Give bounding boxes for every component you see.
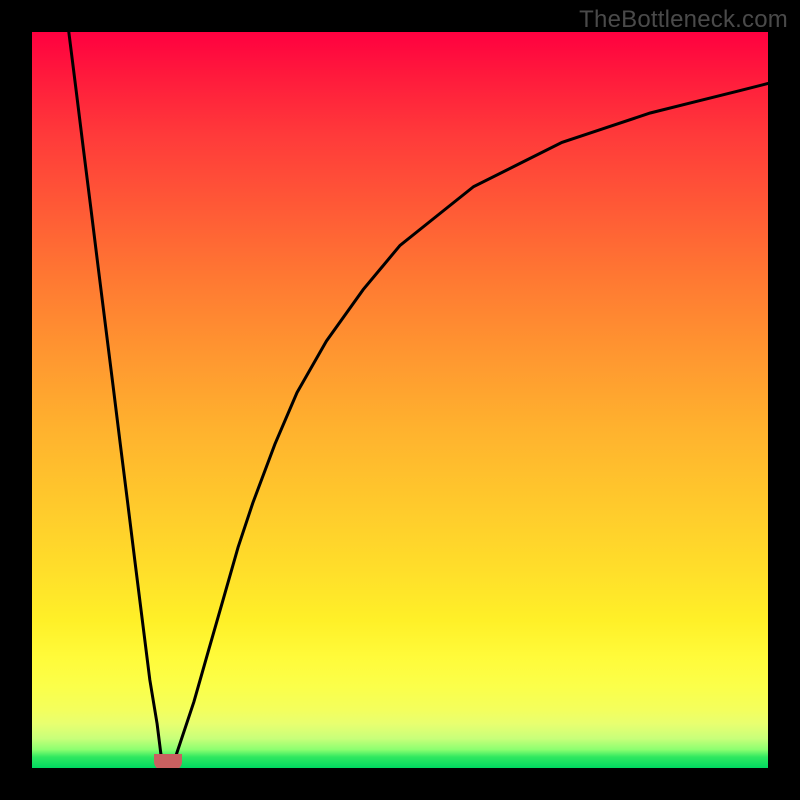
curve-left-branch [69, 32, 165, 768]
watermark-label: TheBottleneck.com [579, 6, 788, 34]
chart-frame: TheBottleneck.com [0, 0, 800, 800]
plot-area [32, 32, 768, 768]
curve-right-branch [172, 84, 768, 769]
valley-marker-icon [154, 754, 182, 768]
curve-svg [32, 32, 768, 768]
